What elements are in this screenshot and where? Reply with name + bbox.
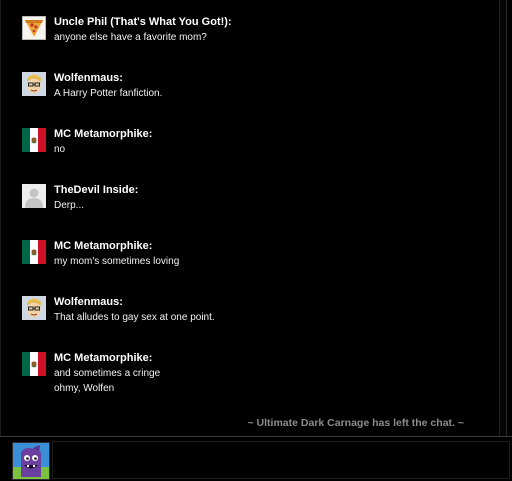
chat-log: Uncle Phil (That's What You Got!): anyon… [0,0,507,436]
mexico-flag-avatar-icon[interactable] [22,240,46,264]
username[interactable]: MC Metamorphike: [54,240,152,253]
message-text: my mom's sometimes loving [54,256,180,267]
message-text: no [54,144,66,155]
message-input[interactable] [52,441,510,479]
message-text: That alludes to gay sex at one point. [54,312,215,323]
message-text: ohmy, Wolfen [54,383,115,394]
cartoon-face-avatar-icon[interactable] [22,72,46,96]
username[interactable]: TheDevil Inside: [54,184,138,197]
default-user-avatar-icon[interactable] [22,184,46,208]
username[interactable]: Wolfenmaus: [54,72,123,85]
message-text: and sometimes a cringe [54,368,161,379]
cartoon-face-avatar-icon[interactable] [22,296,46,320]
username[interactable]: MC Metamorphike: [54,128,152,141]
username[interactable]: Wolfenmaus: [54,296,123,309]
username[interactable]: Uncle Phil (That's What You Got!): [54,16,232,29]
pizza-slice-avatar-icon[interactable] [22,16,46,40]
mexico-flag-avatar-icon[interactable] [22,128,46,152]
mexico-flag-avatar-icon[interactable] [22,352,46,376]
message-text: Derp... [54,200,85,211]
system-notice: ~ Ultimate Dark Carnage has left the cha… [247,417,465,429]
purple-monster-avatar-icon[interactable] [12,442,50,480]
message-text: A Harry Potter fanfiction. [54,88,163,99]
username[interactable]: MC Metamorphike: [54,352,152,365]
message-input-bar [0,436,512,481]
message-text: anyone else have a favorite mom? [54,32,207,43]
chat-scrollbar[interactable] [499,0,506,436]
